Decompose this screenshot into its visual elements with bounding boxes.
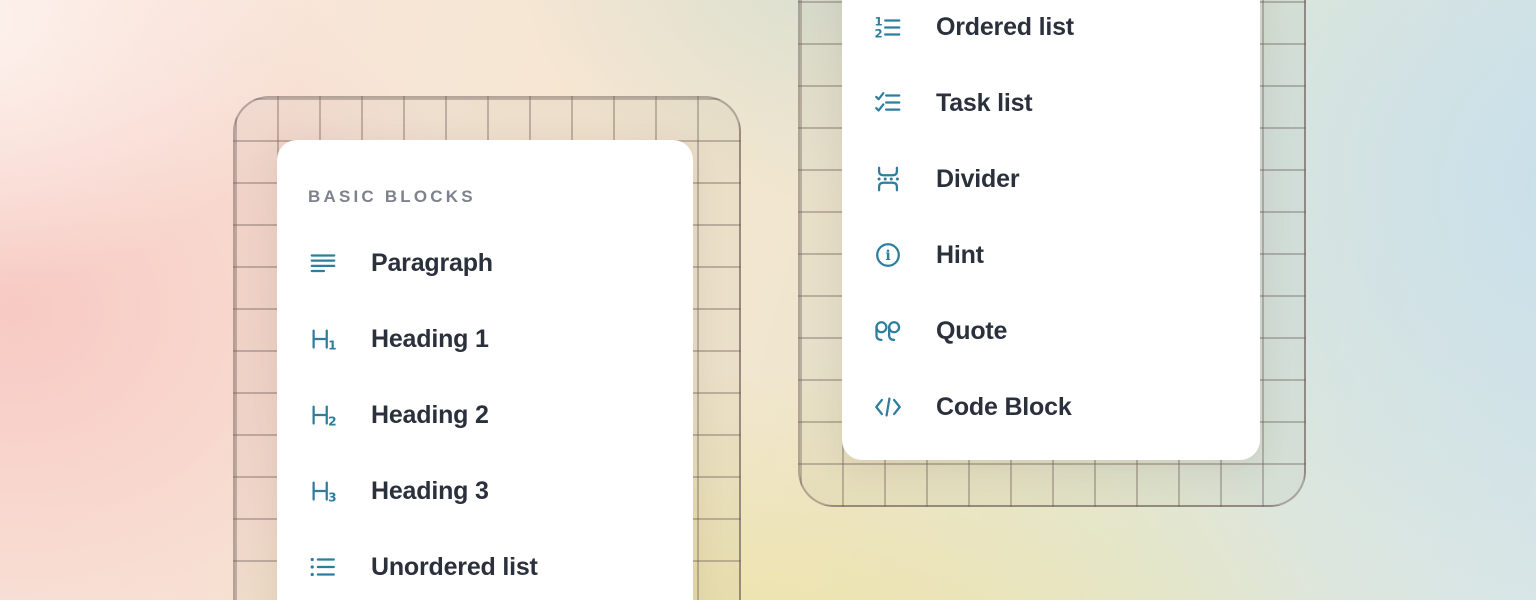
menu-item-unordered-list[interactable]: Unordered list — [277, 529, 693, 600]
background-gradient: BASIC BLOCKS Paragraph 1 Heading 1 2 Hea… — [0, 0, 1536, 600]
list-blocks-menu-card: 12 Ordered list Task list Divider i Hint… — [842, 0, 1260, 460]
heading-1-icon: 1 — [308, 324, 338, 354]
heading-3-icon: 3 — [308, 476, 338, 506]
unordered-list-icon — [308, 552, 338, 582]
menu-item-label: Heading 1 — [371, 325, 489, 354]
svg-text:1: 1 — [328, 338, 336, 352]
menu-item-ordered-list[interactable]: 12 Ordered list — [842, 0, 1260, 65]
basic-blocks-menu-card: BASIC BLOCKS Paragraph 1 Heading 1 2 Hea… — [277, 140, 693, 600]
ordered-list-icon: 12 — [873, 12, 903, 42]
code-block-icon — [873, 392, 903, 422]
hint-icon: i — [873, 240, 903, 270]
right-menu-items: 12 Ordered list Task list Divider i Hint… — [842, 0, 1260, 445]
svg-text:2: 2 — [875, 26, 883, 40]
menu-item-label: Hint — [936, 241, 984, 270]
menu-item-task-list[interactable]: Task list — [842, 65, 1260, 141]
menu-item-heading-2[interactable]: 2 Heading 2 — [277, 377, 693, 453]
svg-text:i: i — [885, 248, 890, 264]
menu-item-label: Task list — [936, 89, 1032, 118]
menu-item-label: Heading 3 — [371, 477, 489, 506]
menu-item-hint[interactable]: i Hint — [842, 217, 1260, 293]
svg-text:2: 2 — [328, 414, 336, 428]
svg-text:3: 3 — [328, 490, 336, 504]
menu-item-label: Code Block — [936, 393, 1072, 422]
task-list-icon — [873, 88, 903, 118]
menu-item-label: Ordered list — [936, 13, 1074, 42]
divider-icon — [873, 164, 903, 194]
menu-item-label: Heading 2 — [371, 401, 489, 430]
menu-item-label: Unordered list — [371, 553, 538, 582]
menu-item-paragraph[interactable]: Paragraph — [277, 225, 693, 301]
paragraph-icon — [308, 248, 338, 278]
menu-item-quote[interactable]: Quote — [842, 293, 1260, 369]
left-menu-items: Paragraph 1 Heading 1 2 Heading 2 3 Head… — [277, 225, 693, 600]
quote-icon — [873, 316, 903, 346]
menu-item-label: Divider — [936, 165, 1019, 194]
menu-item-heading-1[interactable]: 1 Heading 1 — [277, 301, 693, 377]
menu-item-divider[interactable]: Divider — [842, 141, 1260, 217]
menu-item-heading-3[interactable]: 3 Heading 3 — [277, 453, 693, 529]
menu-item-code-block[interactable]: Code Block — [842, 369, 1260, 445]
menu-item-label: Quote — [936, 317, 1007, 346]
section-title-basic-blocks: BASIC BLOCKS — [277, 169, 693, 225]
menu-item-label: Paragraph — [371, 249, 493, 278]
heading-2-icon: 2 — [308, 400, 338, 430]
